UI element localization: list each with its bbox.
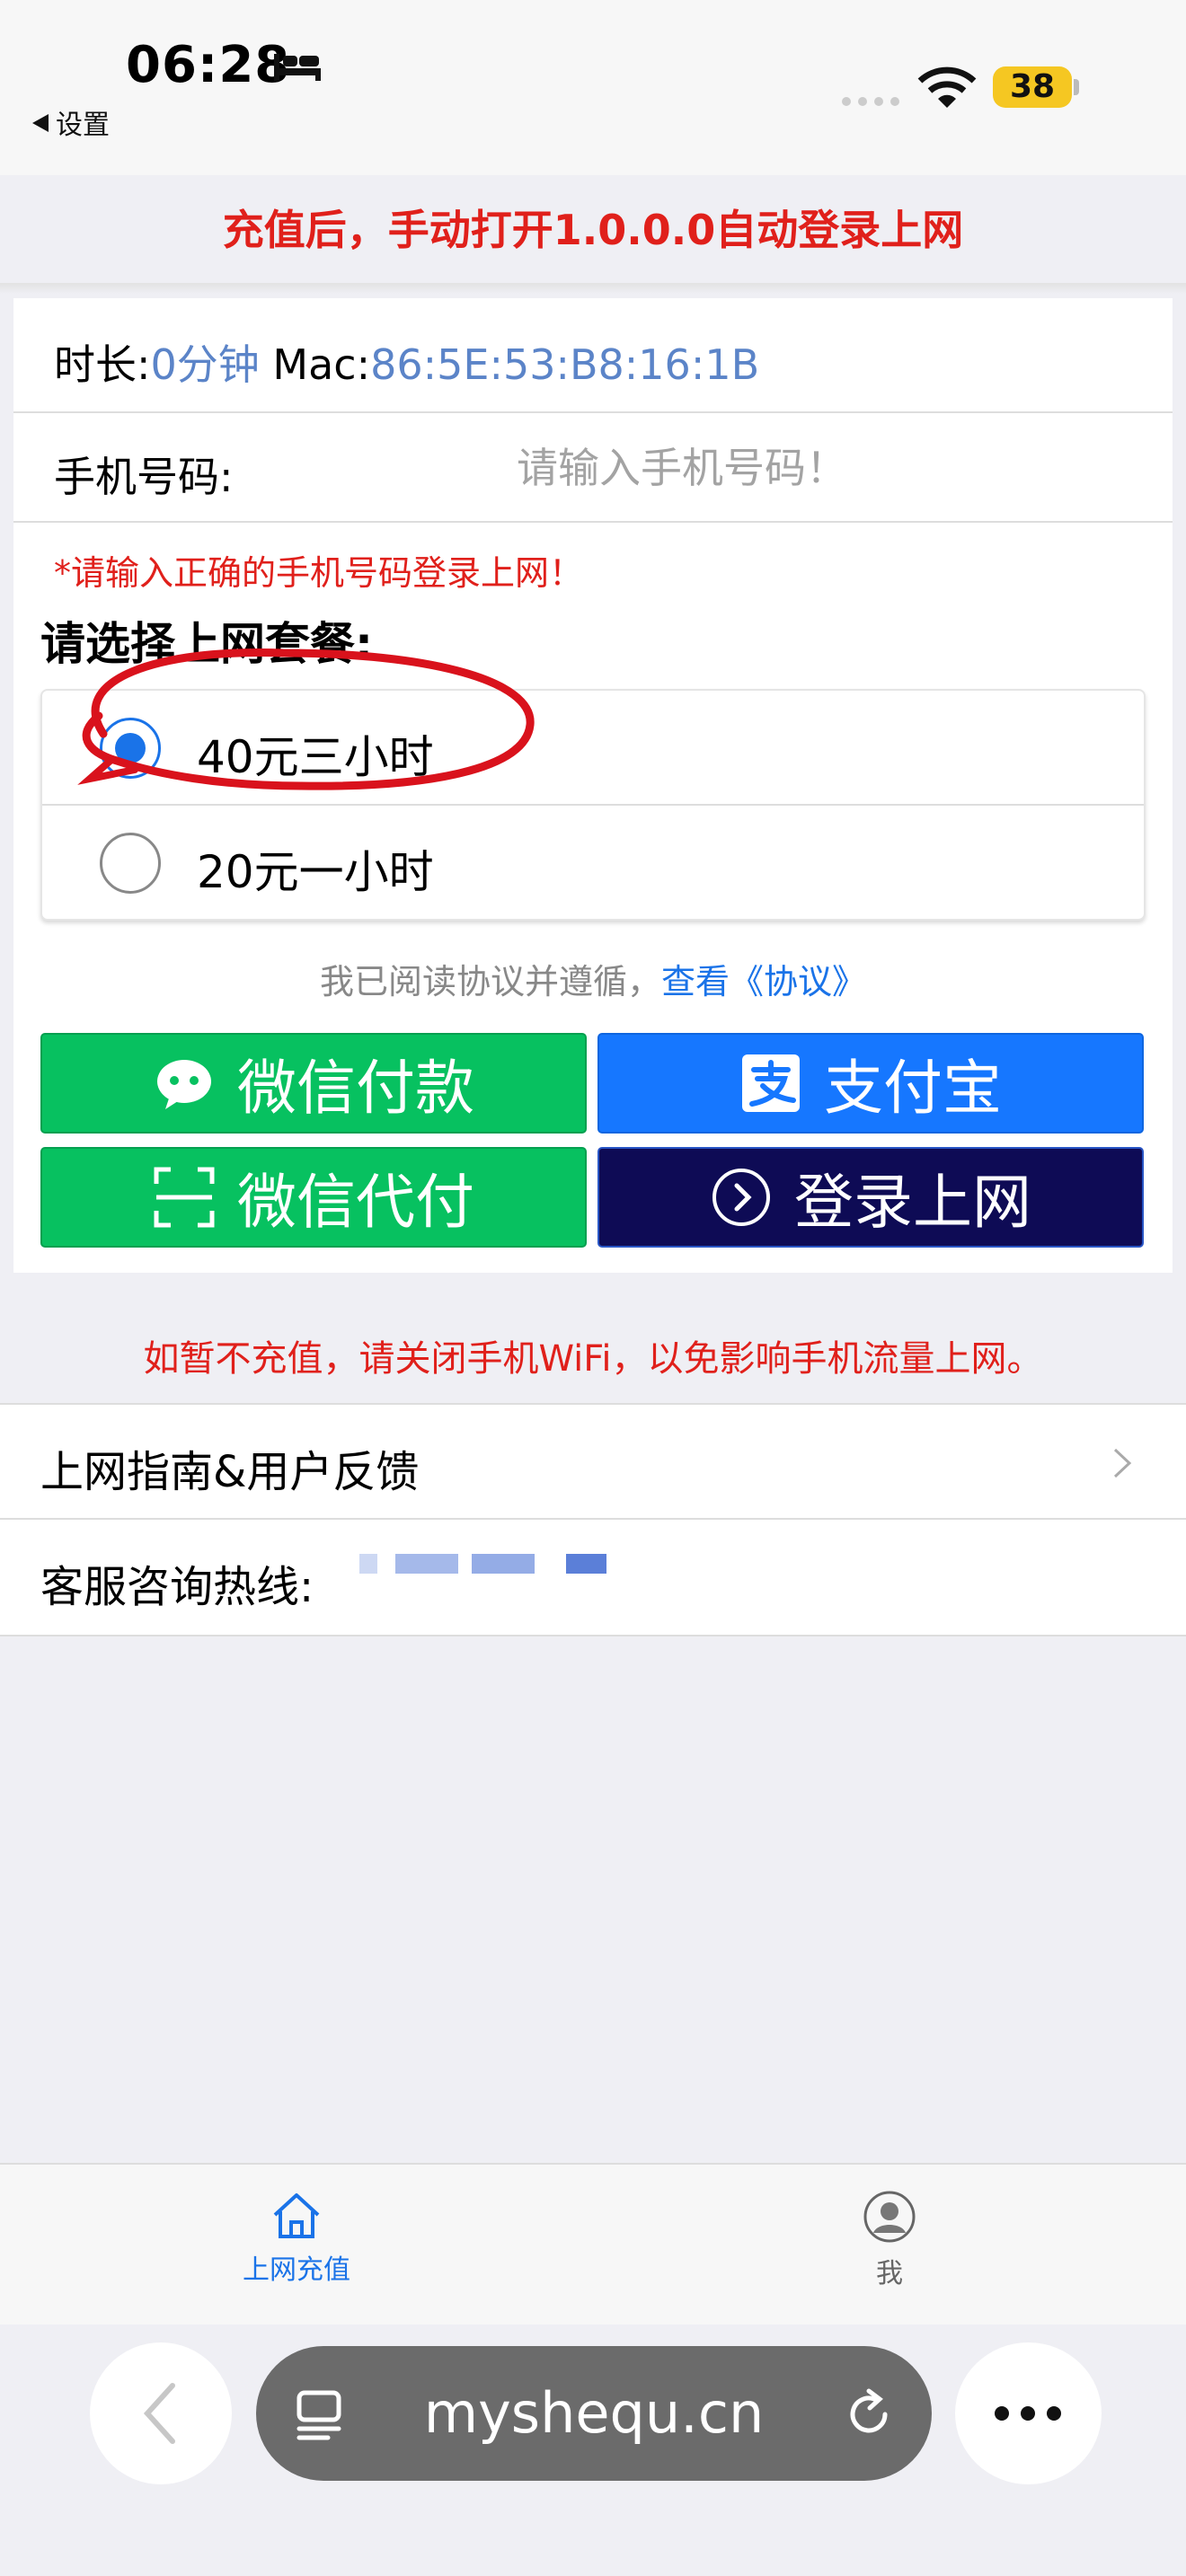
battery-cap bbox=[1074, 79, 1079, 95]
tab-me[interactable]: 我 bbox=[782, 2190, 997, 2290]
duration-label: 时长: bbox=[54, 340, 151, 389]
redacted-phone-number bbox=[395, 1554, 458, 1574]
status-bar: 06:28 设置 38 充值后，手动打开1.0.0.0自动登录上网 bbox=[0, 0, 1186, 254]
chevron-left-icon bbox=[143, 2383, 175, 2444]
tab-bar: 上网充值 我 bbox=[0, 2163, 1186, 2325]
wifi-icon bbox=[917, 66, 977, 108]
plan-option-40[interactable]: 40元三小时 bbox=[42, 691, 1144, 806]
wechat-pay-button[interactable]: 微信付款 bbox=[40, 1033, 587, 1134]
plan-label: 40元三小时 bbox=[197, 731, 434, 783]
phone-label: 手机号码: bbox=[54, 453, 234, 501]
redacted-phone-number bbox=[472, 1554, 535, 1574]
login-card: 时长:0分钟 Mac:86:5E:53:B8:16:1B 手机号码: *请输入正… bbox=[13, 298, 1173, 1273]
more-options-button[interactable] bbox=[955, 2342, 1102, 2484]
menu-list: 上网指南&用户反馈 客服咨询热线: bbox=[0, 1403, 1186, 1636]
redacted-phone-number bbox=[566, 1554, 606, 1574]
scan-icon bbox=[154, 1167, 215, 1228]
more-icon bbox=[995, 2406, 1061, 2421]
chevron-right-icon bbox=[1113, 1448, 1132, 1478]
header-shadow bbox=[0, 283, 1186, 294]
redacted-phone-number bbox=[359, 1554, 377, 1574]
recharge-notice: 充值后，手动打开1.0.0.0自动登录上网 bbox=[222, 206, 964, 254]
choose-plan-label: 请选择上网套餐: bbox=[40, 618, 373, 670]
alipay-button[interactable]: 支付宝 bbox=[597, 1033, 1144, 1134]
guide-feedback-item[interactable]: 上网指南&用户反馈 bbox=[0, 1405, 1186, 1520]
phone-input[interactable] bbox=[517, 433, 1146, 503]
tab-recharge[interactable]: 上网充值 bbox=[189, 2190, 404, 2287]
arrow-right-circle-icon bbox=[712, 1169, 770, 1226]
status-time: 06:28 bbox=[126, 36, 291, 94]
phone-row: 手机号码: bbox=[13, 413, 1173, 523]
sleep-focus-icon bbox=[274, 54, 321, 81]
duration-value: 0分钟 bbox=[150, 340, 260, 389]
agreement-line: 我已阅读协议并遵循，查看《协议》 bbox=[319, 962, 867, 1001]
mac-value: 86:5E:53:B8:16:1B bbox=[370, 340, 760, 389]
address-bar[interactable]: myshequ.cn bbox=[256, 2346, 932, 2481]
phone-warning: *请输入正确的手机号码登录上网！ bbox=[54, 553, 584, 593]
wifi-tip: 如暂不充值，请关闭手机WiFi，以免影响手机流量上网。 bbox=[143, 1338, 1043, 1380]
plan-option-20[interactable]: 20元一小时 bbox=[42, 806, 1144, 921]
session-info-row: 时长:0分钟 Mac:86:5E:53:B8:16:1B bbox=[13, 298, 1173, 413]
plan-label: 20元一小时 bbox=[197, 846, 434, 898]
radio-unselected-icon[interactable] bbox=[100, 833, 161, 894]
agreement-link[interactable]: 查看《协议》 bbox=[661, 962, 866, 1001]
wechat-proxy-pay-button[interactable]: 微信代付 bbox=[40, 1147, 587, 1248]
home-icon bbox=[273, 2193, 320, 2238]
browser-back-button[interactable] bbox=[90, 2342, 232, 2484]
back-arrow-icon bbox=[32, 114, 49, 132]
mac-label: Mac: bbox=[272, 340, 371, 389]
hotline-item[interactable]: 客服咨询热线: bbox=[0, 1520, 1186, 1635]
alipay-icon bbox=[742, 1054, 800, 1112]
cellular-signal-icon bbox=[842, 97, 899, 106]
back-to-settings[interactable]: 设置 bbox=[32, 102, 110, 142]
login-button[interactable]: 登录上网 bbox=[597, 1147, 1144, 1248]
reload-icon[interactable] bbox=[840, 2386, 898, 2443]
plan-list: 40元三小时 20元一小时 bbox=[40, 689, 1146, 921]
radio-selected-icon[interactable] bbox=[100, 718, 161, 779]
wechat-icon bbox=[157, 1060, 211, 1109]
user-avatar-icon bbox=[863, 2191, 916, 2243]
url-text: myshequ.cn bbox=[423, 2380, 765, 2446]
battery-level: 38 bbox=[993, 66, 1072, 108]
